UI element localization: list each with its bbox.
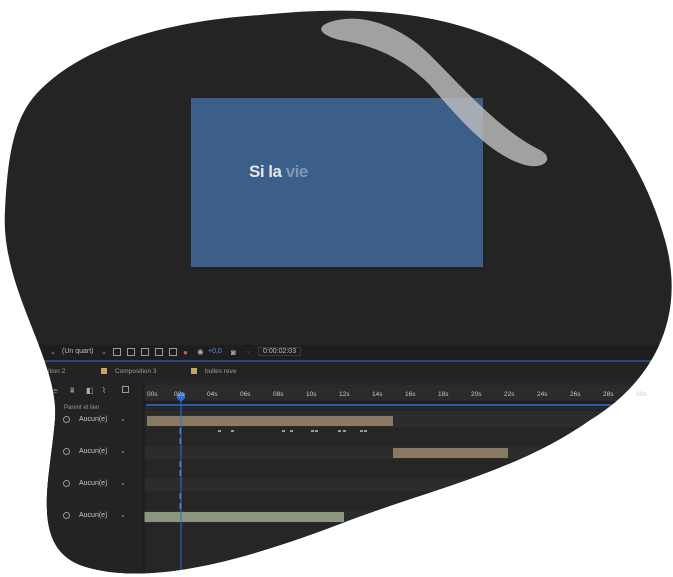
playhead-markers: I I I I I I	[0, 0, 181, 511]
pick-whip-icon[interactable]	[63, 448, 70, 455]
keyframe-icon[interactable]	[315, 430, 318, 432]
composition-tabs: ition 2 Composition 3 bulles reve	[0, 365, 673, 379]
chevron-down-icon[interactable]: ⌄	[120, 511, 126, 519]
layer-row[interactable]: Aucun(e) ⌄	[55, 512, 145, 524]
ruler-label: 04s	[207, 391, 218, 398]
tab-bulles-reve[interactable]: bulles reve	[205, 368, 236, 375]
ruler-label: 16s	[405, 391, 416, 398]
keyframe-icon[interactable]	[218, 430, 221, 432]
chevron-down-icon[interactable]: ⌄	[101, 348, 107, 356]
ruler-label: 14s	[372, 391, 383, 398]
composition-title-text: Si la	[249, 162, 282, 181]
pick-whip-icon[interactable]	[63, 480, 70, 487]
parent-select[interactable]: Aucun(e)	[79, 512, 107, 519]
tab-composition-2[interactable]: ition 2	[48, 368, 65, 375]
parent-select[interactable]: Aucun(e)	[79, 448, 107, 455]
grid-icon[interactable]	[169, 348, 177, 356]
layer-row[interactable]: Aucun(e) ⌄	[55, 448, 145, 460]
composition-title-text-faded: vie	[285, 162, 309, 181]
chevron-down-icon[interactable]: ⌄	[120, 415, 126, 423]
snapshot-icon[interactable]: ◙	[231, 348, 236, 357]
keyframe-icon[interactable]	[311, 430, 314, 432]
mask-visibility-icon[interactable]	[141, 348, 149, 356]
keyframe-icon[interactable]	[343, 430, 346, 432]
paperclip-icon[interactable]: ⌇	[102, 386, 106, 395]
ruler-label: 30s	[636, 391, 647, 398]
marker-icon: I	[179, 427, 182, 436]
exposure-icon[interactable]: ✺	[197, 348, 204, 357]
chevron-down-icon[interactable]: ⌄	[120, 479, 126, 487]
ruler-label: 26s	[570, 391, 581, 398]
ruler-label: 12s	[339, 391, 350, 398]
layer-row[interactable]: Aucun(e) ⌄	[55, 416, 145, 428]
keyframe-icon[interactable]	[338, 430, 341, 432]
ruler-label: 00s	[147, 391, 158, 398]
viewer-toolbar: ⌄ (Un quart) ⌄ ● ✺ +0,0 ◙ ◔ 0:00:02:03	[0, 345, 673, 361]
marker-icon: I	[179, 437, 182, 446]
frame-blend-icon[interactable]: ⩩	[70, 386, 74, 396]
ruler-label: 18s	[438, 391, 449, 398]
pick-whip-icon[interactable]	[63, 512, 70, 519]
zoom-select[interactable]: (Un quart)	[62, 348, 94, 355]
chevron-left-icon[interactable]: ⌄	[50, 348, 56, 356]
keyframe-icon[interactable]	[364, 430, 367, 432]
color-channels-icon[interactable]: ●	[183, 348, 188, 357]
parent-select[interactable]: Aucun(e)	[79, 480, 107, 487]
marker-icon: I	[179, 460, 182, 469]
tab-composition-3[interactable]: Composition 3	[115, 368, 157, 375]
motion-blur-icon[interactable]: ◧	[86, 386, 94, 395]
ruler-label: 24s	[537, 391, 548, 398]
composition-swatch-icon	[191, 368, 197, 374]
keyframe-icon[interactable]	[290, 430, 293, 432]
ruler-label: 02s	[174, 391, 185, 398]
ruler-label: 28s	[603, 391, 614, 398]
composition-swatch-icon	[101, 368, 107, 374]
timeline-switches: ⌯ ⩩ ◧ ⌇	[52, 386, 144, 398]
ruler-label: 20s	[471, 391, 482, 398]
exposure-value[interactable]: +0,0	[208, 348, 222, 355]
ruler-label: 10s	[306, 391, 317, 398]
ruler-label: 06s	[240, 391, 251, 398]
marker-icon: I	[179, 492, 182, 501]
keyframe-icon[interactable]	[231, 430, 234, 432]
show-snapshot-icon[interactable]: ◔	[245, 348, 250, 357]
region-of-interest-icon[interactable]	[113, 348, 121, 356]
graph-editor-icon[interactable]	[122, 386, 129, 393]
keyframe-icon[interactable]	[282, 430, 285, 432]
guides-icon[interactable]	[155, 348, 163, 356]
chevron-down-icon[interactable]: ⌄	[120, 447, 126, 455]
shy-layers-icon[interactable]: ⌯	[52, 386, 58, 396]
ruler-label: 08s	[273, 391, 284, 398]
layer-row[interactable]: Aucun(e) ⌄	[55, 480, 145, 492]
transparency-grid-icon[interactable]	[127, 348, 135, 356]
ruler-label: 22s	[504, 391, 515, 398]
parent-select[interactable]: Aucun(e)	[79, 416, 107, 423]
pick-whip-icon[interactable]	[63, 416, 70, 423]
keyframe-icon[interactable]	[360, 430, 363, 432]
timecode-display[interactable]: 0:00:02:03	[258, 347, 302, 356]
time-ruler[interactable]: 00s 02s 04s 06s 08s 10s 12s 14s 16s 18s …	[0, 0, 673, 398]
marker-icon: I	[179, 502, 182, 511]
marker-icon: I	[179, 469, 182, 478]
composition-viewer[interactable]: Si la vie	[191, 98, 483, 267]
column-header-parent[interactable]: Parent et lien	[64, 405, 99, 411]
